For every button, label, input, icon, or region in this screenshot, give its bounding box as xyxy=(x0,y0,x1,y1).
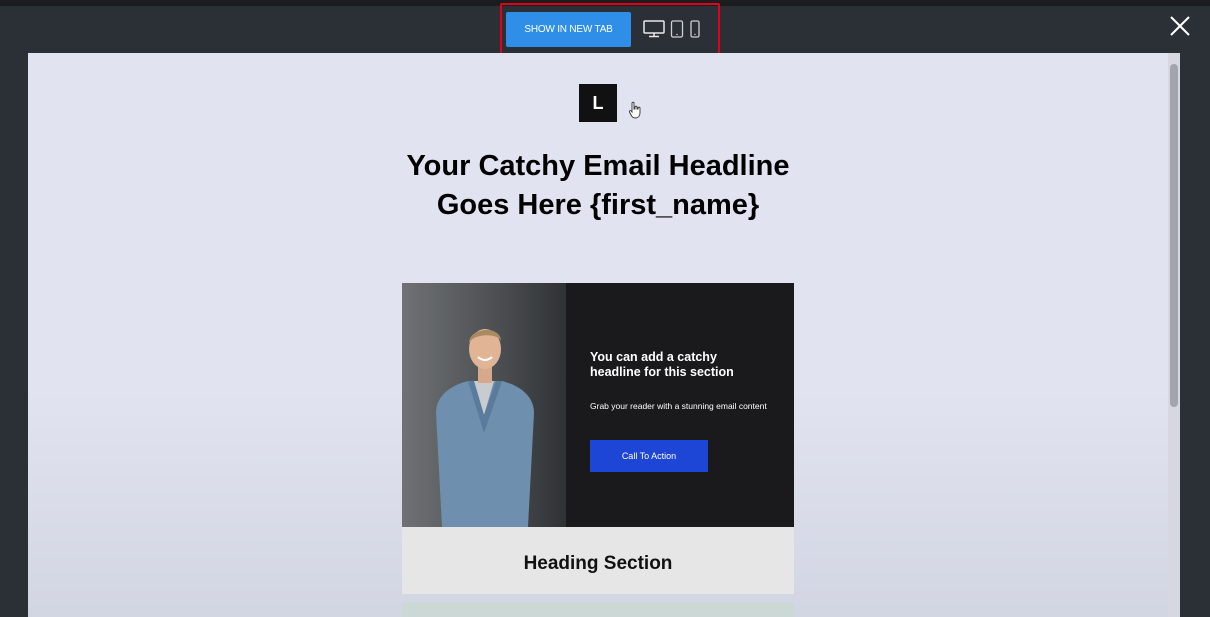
hero-photo xyxy=(402,283,566,527)
logo: L xyxy=(579,84,617,122)
call-to-action-button[interactable]: Call To Action xyxy=(590,440,708,472)
email-preview-frame: L Your Catchy Email Headline Goes Here {… xyxy=(28,53,1168,617)
hero-section: You can add a catchy headline for this s… xyxy=(402,283,794,527)
show-in-new-tab-button[interactable]: SHOW IN NEW TAB xyxy=(506,12,631,47)
next-content-block xyxy=(402,602,794,617)
email-headline: Your Catchy Email Headline Goes Here {fi… xyxy=(406,150,790,221)
tablet-icon[interactable] xyxy=(670,19,684,44)
heading-section-title: Heading Section xyxy=(523,553,673,574)
desktop-icon[interactable] xyxy=(643,19,665,44)
mobile-icon[interactable] xyxy=(689,19,701,44)
hero-body-text: Grab your reader with a stunning email c… xyxy=(590,401,767,411)
hero-headline: You can add a catchy headline for this s… xyxy=(590,350,734,379)
hand-pointer-icon xyxy=(628,101,642,124)
heading-section: Heading Section xyxy=(402,527,794,594)
scrollbar-thumb[interactable] xyxy=(1170,64,1178,407)
close-icon[interactable] xyxy=(1168,14,1192,38)
